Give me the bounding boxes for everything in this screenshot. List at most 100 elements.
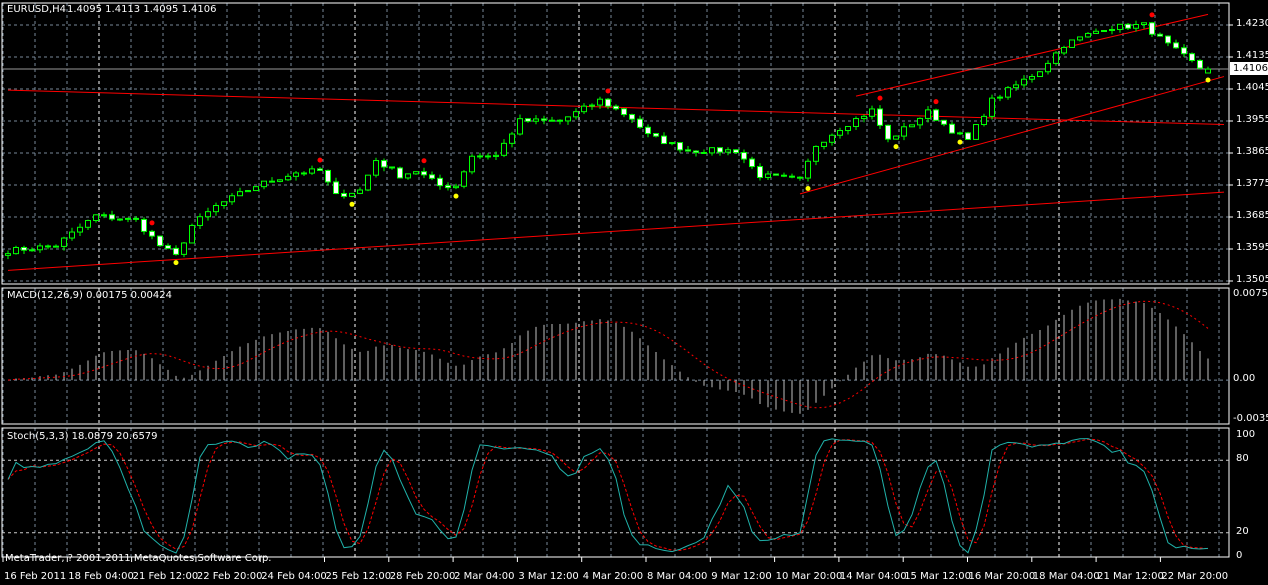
candle-bearish	[117, 218, 123, 221]
candle-bullish	[805, 160, 811, 179]
fractal-down-marker	[957, 139, 963, 145]
time-axis-label: 14 Mar 04:00	[839, 571, 907, 582]
fractal-up-marker	[317, 157, 323, 163]
candle-bearish	[1157, 33, 1163, 37]
candle-bullish	[29, 249, 35, 252]
candle-bullish	[61, 237, 67, 247]
candle-bullish	[373, 160, 379, 176]
candle-bearish	[621, 108, 627, 116]
candle-bullish	[861, 115, 867, 120]
candle-bearish	[133, 217, 139, 220]
candle-bullish	[821, 141, 827, 147]
candle-bullish	[901, 126, 907, 137]
candle-bearish	[445, 185, 451, 189]
price-axis-label: 1.4230	[1236, 18, 1268, 29]
candle-bullish	[597, 98, 603, 106]
candle-bearish	[749, 158, 755, 168]
candle-bullish	[517, 118, 523, 135]
candle-bullish	[461, 171, 467, 187]
candle-bullish	[565, 116, 571, 122]
fractal-up-marker	[933, 99, 939, 105]
candle-bullish	[453, 185, 459, 189]
candle-bearish	[341, 193, 347, 197]
candle-bullish	[13, 246, 19, 255]
price-axis-label: 1.3685	[1236, 210, 1268, 221]
candle-bullish	[813, 145, 819, 162]
fractal-down-marker	[173, 260, 179, 266]
macd-axis-label: -0.00354	[1233, 413, 1268, 424]
candle-bearish	[965, 132, 971, 140]
stoch-signal-line	[7, 438, 1209, 551]
candle-bearish	[701, 151, 707, 154]
candle-bearish	[325, 169, 331, 183]
time-axis-label: 15 Mar 12:00	[904, 571, 971, 582]
time-axis-label: 25 Feb 12:00	[325, 571, 392, 582]
time-axis-label: 2 Mar 04:00	[454, 571, 515, 582]
stoch-axis-label: 20	[1236, 525, 1249, 537]
candle-bullish	[1045, 62, 1051, 73]
bid-price-label: 1.4106	[1230, 62, 1268, 75]
macd-axis-label: 0.00	[1233, 373, 1256, 385]
candle-bearish	[397, 167, 403, 179]
candle-bullish	[1093, 30, 1099, 34]
time-axis-label: 16 Feb 2011	[4, 571, 67, 582]
candle-bullish	[77, 226, 83, 233]
candle-bearish	[733, 149, 739, 154]
time-axis-label: 3 Mar 12:00	[518, 571, 579, 582]
candle-bearish	[941, 119, 947, 125]
candle-bearish	[949, 123, 955, 134]
candle-bullish	[477, 155, 483, 158]
time-axis-label: 8 Mar 04:00	[647, 571, 708, 582]
candle-bullish	[285, 175, 291, 181]
time-axis-label: 9 Mar 12:00	[711, 571, 772, 582]
candle-bearish	[1189, 53, 1195, 61]
candle-bearish	[541, 118, 547, 121]
price-axis-label: 1.4045	[1236, 82, 1268, 93]
candle-bearish	[877, 108, 883, 126]
candle-bullish	[725, 149, 731, 153]
candle-bearish	[173, 247, 179, 255]
fractal-down-marker	[453, 193, 459, 199]
candle-bearish	[605, 98, 611, 107]
candle-bearish	[333, 181, 339, 195]
candle-bullish	[669, 142, 675, 145]
candle-bearish	[1125, 23, 1131, 29]
candle-bullish	[765, 173, 771, 178]
candle-bullish	[917, 117, 923, 126]
candle-bullish	[829, 134, 835, 143]
candle-bearish	[53, 245, 59, 248]
candle-bearish	[525, 118, 531, 122]
candle-bullish	[93, 214, 99, 222]
candle-bullish	[245, 190, 251, 193]
candle-bullish	[493, 154, 499, 157]
candle-bullish	[469, 155, 475, 173]
candle-bullish	[869, 108, 875, 117]
candle-bullish	[1021, 78, 1027, 86]
price-axis-label: 1.3505	[1236, 274, 1268, 285]
candle-bullish	[213, 205, 219, 213]
candle-bullish	[989, 97, 995, 117]
candle-bullish	[837, 130, 843, 136]
candle-bearish	[317, 168, 323, 171]
price-axis-label: 1.4135	[1236, 50, 1268, 61]
time-axis-label: 16 Mar 20:00	[968, 571, 1036, 582]
candle-bullish	[181, 242, 187, 255]
candle-bullish	[533, 118, 539, 122]
candle-bullish	[853, 118, 859, 128]
candle-bearish	[693, 150, 699, 153]
price-axis-label: 1.3865	[1236, 146, 1268, 157]
candle-bearish	[45, 245, 51, 248]
candle-bearish	[781, 174, 787, 177]
candle-bullish	[1029, 76, 1035, 80]
candle-bearish	[1149, 22, 1155, 35]
candle-bearish	[677, 142, 683, 151]
candle-bullish	[973, 124, 979, 140]
candle-bullish	[1069, 39, 1075, 48]
candle-bullish	[221, 201, 227, 207]
candle-bearish	[421, 171, 427, 176]
candle-bearish	[21, 246, 27, 251]
price-chart[interactable]	[0, 0, 1268, 585]
time-axis-label: 21 Mar 12:00	[1097, 571, 1164, 582]
candle-bullish	[589, 104, 595, 107]
time-axis-label: 28 Feb 20:00	[389, 571, 456, 582]
